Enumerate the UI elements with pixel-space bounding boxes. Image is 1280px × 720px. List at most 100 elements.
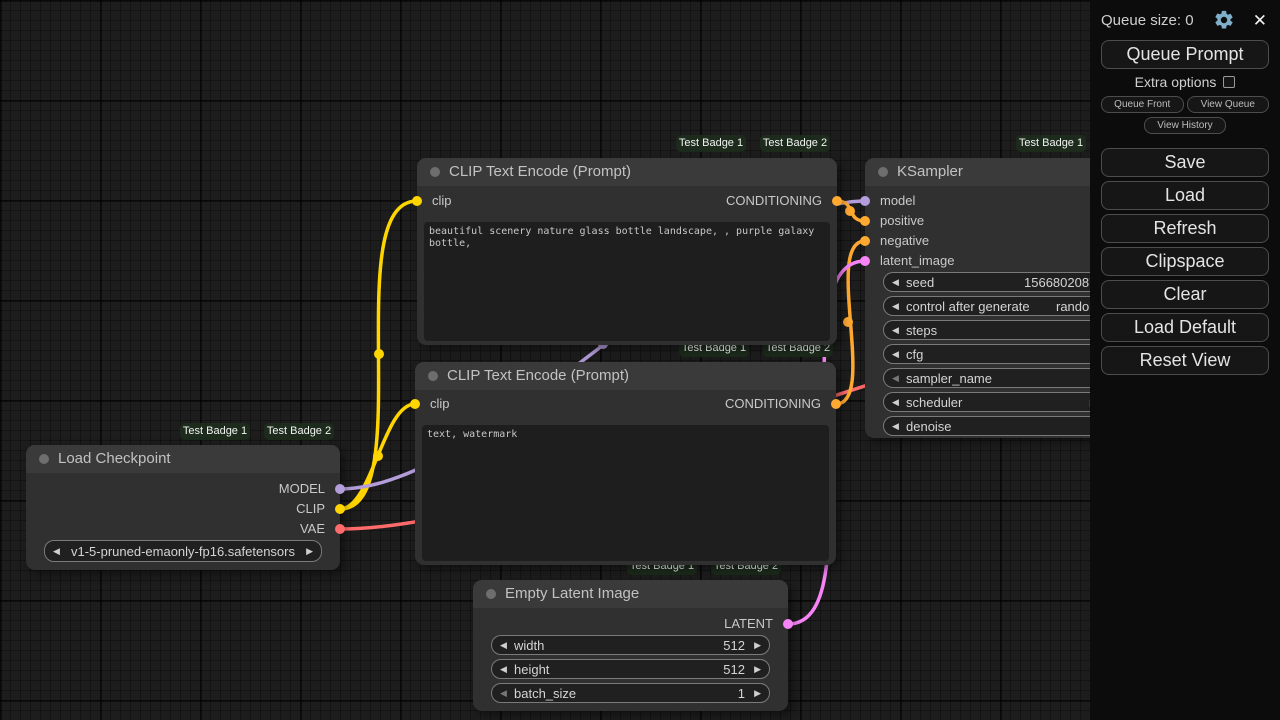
input-slot-clip[interactable]: clip xyxy=(417,191,452,211)
decrement-arrow-icon[interactable]: ◀ xyxy=(500,684,507,703)
node-title-bar[interactable]: CLIP Text Encode (Prompt) xyxy=(415,362,836,390)
queue-front-button[interactable]: Queue Front xyxy=(1101,96,1184,113)
output-slot-model[interactable]: MODEL xyxy=(279,479,340,499)
wire-conditioning-negative xyxy=(836,241,865,404)
node-title-bar[interactable]: CLIP Text Encode (Prompt) xyxy=(417,158,837,186)
close-icon[interactable]: ✕ xyxy=(1253,10,1267,32)
widget-label: seed xyxy=(906,273,934,292)
node-title: KSampler xyxy=(897,163,963,180)
widget-value: 1566802087 xyxy=(1024,273,1096,292)
slot-dot-negative[interactable] xyxy=(860,236,870,246)
slot-label: MODEL xyxy=(279,481,325,496)
slot-dot-conditioning[interactable] xyxy=(831,399,841,409)
collapse-dot-icon[interactable] xyxy=(430,167,440,177)
slot-dot-clip[interactable] xyxy=(412,196,422,206)
widget-label: height xyxy=(514,660,549,679)
clear-button[interactable]: Clear xyxy=(1101,280,1269,309)
load-default-button[interactable]: Load Default xyxy=(1101,313,1269,342)
collapse-dot-icon[interactable] xyxy=(486,589,496,599)
collapse-dot-icon[interactable] xyxy=(39,454,49,464)
increment-arrow-icon[interactable]: ▶ xyxy=(754,636,761,655)
input-slot-clip[interactable]: clip xyxy=(415,394,450,414)
slot-label: negative xyxy=(880,233,929,248)
slot-label: CONDITIONING xyxy=(725,396,821,411)
view-history-button[interactable]: View History xyxy=(1144,117,1226,134)
widget-ckpt-name[interactable]: ◀ v1-5-pruned-emaonly-fp16.safetensors ▶ xyxy=(44,540,322,562)
slot-dot-latent[interactable] xyxy=(783,619,793,629)
decrement-arrow-icon[interactable]: ◀ xyxy=(892,321,899,340)
input-slot-model[interactable]: model xyxy=(865,191,915,211)
node-title-bar[interactable]: Load Checkpoint xyxy=(26,445,340,473)
node-badge: Test Badge 1 xyxy=(1016,135,1086,152)
input-slot-negative[interactable]: negative xyxy=(865,231,929,251)
slot-label: model xyxy=(880,193,915,208)
node-badge: Test Badge 2 xyxy=(264,423,334,440)
node-title: Load Checkpoint xyxy=(58,450,171,467)
output-slot-clip[interactable]: CLIP xyxy=(296,499,340,519)
extra-options-label: Extra options xyxy=(1135,74,1217,90)
output-slot-conditioning[interactable]: CONDITIONING xyxy=(725,394,836,414)
decrement-arrow-icon[interactable]: ◀ xyxy=(892,297,899,316)
prompt-textarea[interactable]: text, watermark xyxy=(422,425,829,561)
slot-dot-conditioning[interactable] xyxy=(832,196,842,206)
load-button[interactable]: Load xyxy=(1101,181,1269,210)
node-clip-text-encode-positive[interactable]: CLIP Text Encode (Prompt) clip CONDITION… xyxy=(417,158,837,345)
node-clip-text-encode-negative[interactable]: CLIP Text Encode (Prompt) clip CONDITION… xyxy=(415,362,836,565)
decrement-arrow-icon[interactable]: ◀ xyxy=(892,393,899,412)
output-slot-vae[interactable]: VAE xyxy=(300,519,340,539)
decrement-arrow-icon[interactable]: ◀ xyxy=(892,369,899,388)
node-load-checkpoint[interactable]: Load Checkpoint MODEL CLIP VAE ◀ v1-5-pr… xyxy=(26,445,340,570)
slot-label: LATENT xyxy=(724,616,773,631)
link-dot xyxy=(843,317,853,327)
slot-dot-clip[interactable] xyxy=(410,399,420,409)
slot-label: clip xyxy=(430,396,450,411)
slot-dot-vae[interactable] xyxy=(335,524,345,534)
slot-label: CONDITIONING xyxy=(726,193,822,208)
increment-arrow-icon[interactable]: ▶ xyxy=(754,684,761,703)
prompt-textarea[interactable]: beautiful scenery nature glass bottle la… xyxy=(424,222,830,341)
widget-height[interactable]: ◀ height 512 ▶ xyxy=(491,659,770,679)
widget-label: cfg xyxy=(906,345,923,364)
input-slot-positive[interactable]: positive xyxy=(865,211,924,231)
collapse-dot-icon[interactable] xyxy=(878,167,888,177)
view-queue-button[interactable]: View Queue xyxy=(1187,96,1270,113)
slot-dot-clip[interactable] xyxy=(335,504,345,514)
reset-view-button[interactable]: Reset View xyxy=(1101,346,1269,375)
slot-dot-positive[interactable] xyxy=(860,216,870,226)
widget-label: width xyxy=(514,636,544,655)
widget-width[interactable]: ◀ width 512 ▶ xyxy=(491,635,770,655)
increment-arrow-icon[interactable]: ▶ xyxy=(754,660,761,679)
slot-dot-model[interactable] xyxy=(335,484,345,494)
output-slot-latent[interactable]: LATENT xyxy=(724,614,788,634)
decrement-arrow-icon[interactable]: ◀ xyxy=(892,345,899,364)
refresh-button[interactable]: Refresh xyxy=(1101,214,1269,243)
link-dot xyxy=(374,349,384,359)
collapse-dot-icon[interactable] xyxy=(428,371,438,381)
widget-value: 1 xyxy=(738,684,745,703)
save-button[interactable]: Save xyxy=(1101,148,1269,177)
prev-option-arrow-icon[interactable]: ◀ xyxy=(53,541,60,562)
node-title: Empty Latent Image xyxy=(505,585,639,602)
slot-dot-latent-image[interactable] xyxy=(860,256,870,266)
next-option-arrow-icon[interactable]: ▶ xyxy=(306,541,313,562)
comfyui-canvas[interactable]: { "colors": { "clip": "#FFD500", "condit… xyxy=(0,0,1280,720)
node-empty-latent-image[interactable]: Empty Latent Image LATENT ◀ width 512 ▶ … xyxy=(473,580,788,711)
widget-label: denoise xyxy=(906,417,952,436)
node-badge: Test Badge 2 xyxy=(760,135,830,152)
clipspace-button[interactable]: Clipspace xyxy=(1101,247,1269,276)
decrement-arrow-icon[interactable]: ◀ xyxy=(892,417,899,436)
wire-clip-to-positive xyxy=(340,201,417,509)
decrement-arrow-icon[interactable]: ◀ xyxy=(500,660,507,679)
decrement-arrow-icon[interactable]: ◀ xyxy=(892,273,899,292)
settings-gear-icon[interactable] xyxy=(1213,9,1235,31)
input-slot-latent-image[interactable]: latent_image xyxy=(865,251,954,271)
queue-prompt-button[interactable]: Queue Prompt xyxy=(1101,40,1269,69)
output-slot-conditioning[interactable]: CONDITIONING xyxy=(726,191,837,211)
slot-dot-model[interactable] xyxy=(860,196,870,206)
node-title: CLIP Text Encode (Prompt) xyxy=(447,367,629,384)
widget-batch-size[interactable]: ◀ batch_size 1 ▶ xyxy=(491,683,770,703)
node-title-bar[interactable]: Empty Latent Image xyxy=(473,580,788,608)
decrement-arrow-icon[interactable]: ◀ xyxy=(500,636,507,655)
queue-size-label: Queue size: 0 xyxy=(1101,12,1194,29)
extra-options-checkbox[interactable] xyxy=(1223,76,1235,88)
